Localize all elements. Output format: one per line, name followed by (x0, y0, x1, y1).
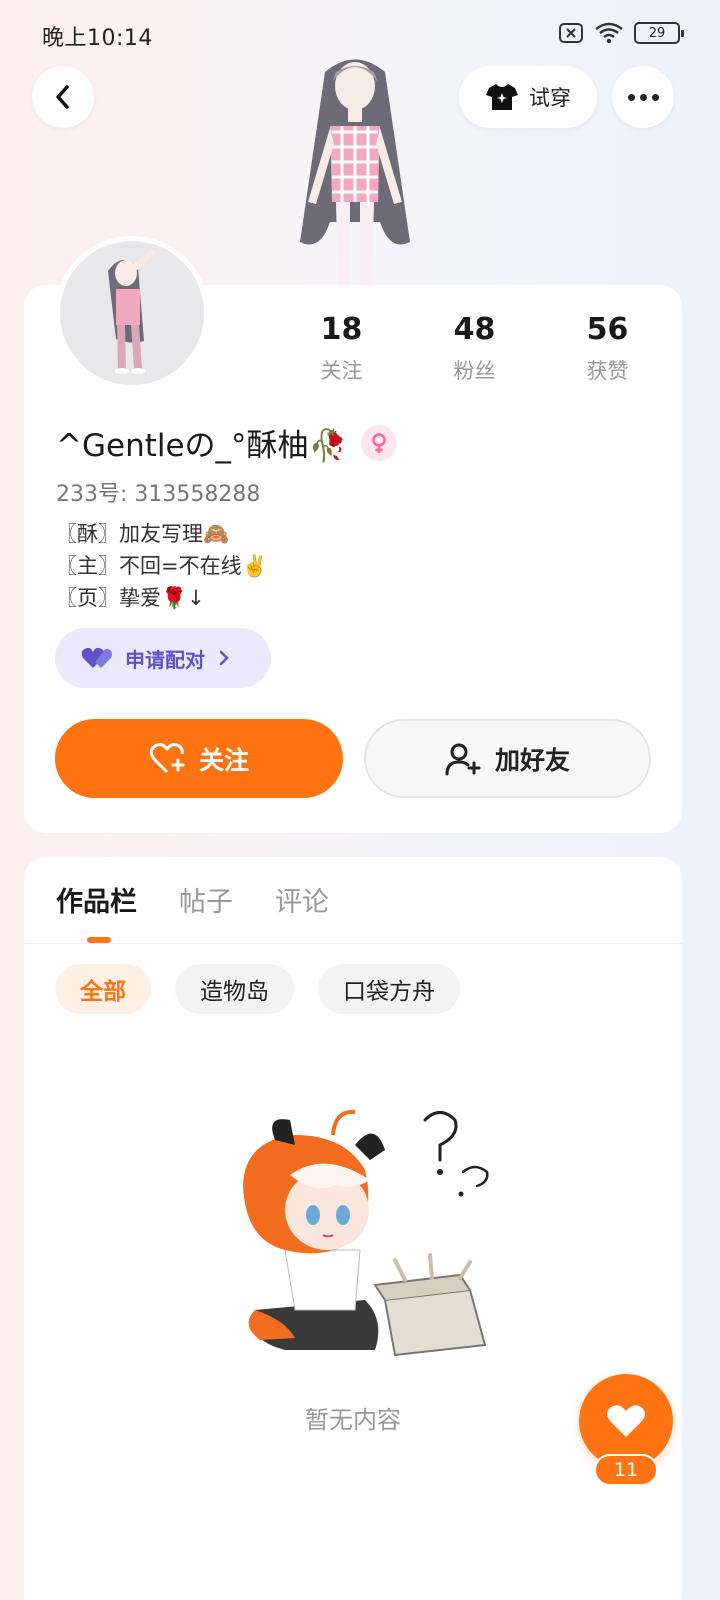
request-pair-label: 申请配对 (125, 647, 205, 672)
tshirt-icon (486, 84, 518, 110)
battery-level: 29 (648, 25, 666, 41)
stat-value: 48 (453, 312, 496, 347)
chip-creation-island[interactable]: 造物岛 (175, 964, 294, 1014)
wifi-icon (595, 22, 623, 44)
add-user-icon (445, 743, 481, 775)
more-button[interactable] (612, 66, 674, 128)
username: ^Gentleの_°酥柚🥀 (56, 428, 348, 464)
more-dots-icon (627, 93, 635, 101)
stat-likes[interactable]: 56 获赞 (541, 312, 674, 385)
chevron-right-icon (219, 650, 229, 666)
filter-chips: 全部 造物岛 口袋方舟 (55, 964, 460, 1014)
avatar[interactable] (55, 236, 209, 390)
follow-label: 关注 (198, 745, 249, 775)
chip-pocket-ark[interactable]: 口袋方舟 (318, 964, 460, 1014)
chip-all[interactable]: 全部 (55, 964, 151, 1014)
content-tabs: 作品栏 帖子 评论 (56, 880, 329, 919)
avatar-figure (108, 249, 156, 374)
like-count-badge: 11 (594, 1454, 658, 1486)
avatar-3d-figure[interactable] (270, 52, 440, 288)
back-button[interactable] (32, 66, 94, 128)
user-id: 233号: 313558288 (56, 482, 261, 507)
stat-followers[interactable]: 48 粉丝 (408, 312, 541, 385)
tab-posts[interactable]: 帖子 (179, 880, 233, 919)
bio-line: 〖页〗挚爱🌹↓ (56, 586, 205, 610)
stat-following[interactable]: 18 关注 (275, 312, 408, 385)
bio-line: 〖酥〗加友写理🙈 (56, 522, 230, 546)
status-icons: 29 (558, 22, 684, 44)
add-friend-label: 加好友 (494, 745, 570, 775)
stat-label: 关注 (320, 359, 363, 383)
add-friend-button[interactable]: 加好友 (364, 719, 651, 798)
request-pair-button[interactable]: 申请配对 (55, 628, 271, 688)
profile-stats: 18 关注 48 粉丝 56 获赞 (275, 312, 675, 385)
chevron-left-icon (56, 85, 69, 109)
tab-comments[interactable]: 评论 (275, 880, 329, 919)
tabs-divider (24, 943, 682, 944)
stat-label: 粉丝 (453, 359, 496, 383)
empty-state-illustration (243, 1109, 489, 1357)
female-gender-icon (361, 424, 398, 461)
stat-value: 56 (586, 312, 629, 347)
stat-label: 获赞 (586, 359, 629, 383)
heart-icon (607, 1405, 645, 1437)
heart-plus-icon (149, 742, 185, 773)
double-heart-icon (81, 647, 112, 668)
status-time: 晚上10:14 (42, 26, 153, 51)
username-row: ^Gentleの_°酥柚🥀 (56, 420, 398, 465)
try-on-button[interactable]: 试穿 (459, 66, 597, 128)
tab-works[interactable]: 作品栏 (56, 880, 137, 919)
follow-button[interactable]: 关注 (55, 719, 343, 798)
bio: 〖酥〗加友写理🙈 〖主〗不回=不在线✌️ 〖页〗挚爱🌹↓ (56, 518, 268, 614)
bio-line: 〖主〗不回=不在线✌️ (56, 554, 268, 578)
battery-icon: 29 (634, 22, 684, 44)
stat-value: 18 (320, 312, 363, 347)
try-on-label: 试穿 (529, 86, 571, 110)
sim-off-icon (559, 23, 583, 43)
